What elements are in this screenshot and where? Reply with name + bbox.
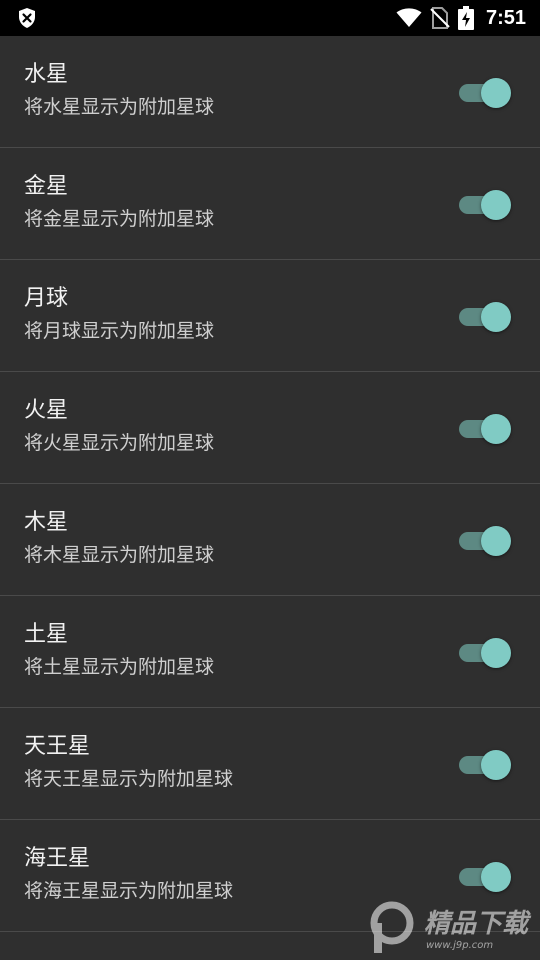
switch-thumb (481, 190, 511, 220)
switch-thumb (481, 638, 511, 668)
watermark-url: www.j9p.com (426, 940, 493, 951)
item-subtitle: 将火星显示为附加星球 (24, 432, 215, 454)
switch-thumb (481, 414, 511, 444)
item-title: 火星 (24, 398, 69, 423)
planet-settings-list: 水星 将水星显示为附加星球 金星 将金星显示为附加星球 月球 将月球显示为附加星… (0, 36, 540, 932)
battery-charging-icon (457, 6, 474, 30)
item-title: 木星 (24, 510, 69, 535)
no-sim-icon (430, 7, 450, 29)
list-item[interactable]: 金星 将金星显示为附加星球 (0, 148, 540, 260)
toggle-switch[interactable] (459, 862, 511, 892)
switch-thumb (481, 302, 511, 332)
toggle-switch[interactable] (459, 526, 511, 556)
item-subtitle: 将土星显示为附加星球 (24, 656, 215, 678)
toggle-switch[interactable] (459, 414, 511, 444)
list-item[interactable]: 月球 将月球显示为附加星球 (0, 260, 540, 372)
list-item[interactable]: 木星 将木星显示为附加星球 (0, 484, 540, 596)
switch-thumb (481, 78, 511, 108)
toggle-switch[interactable] (459, 302, 511, 332)
status-icons: 7:51 (388, 0, 526, 36)
status-bar: 7:51 (0, 0, 540, 36)
item-title: 金星 (24, 174, 69, 199)
toggle-switch[interactable] (459, 638, 511, 668)
item-subtitle: 将水星显示为附加星球 (24, 96, 215, 118)
list-item[interactable]: 火星 将火星显示为附加星球 (0, 372, 540, 484)
item-title: 天王星 (24, 734, 91, 759)
watermark-logo: 精品下载 www.j9p.com (370, 901, 532, 953)
switch-thumb (481, 526, 511, 556)
list-item[interactable]: 水星 将水星显示为附加星球 (0, 36, 540, 148)
list-item[interactable]: 天王星 将天王星显示为附加星球 (0, 708, 540, 820)
toggle-switch[interactable] (459, 190, 511, 220)
switch-thumb (481, 750, 511, 780)
shield-x-icon (19, 8, 35, 28)
item-subtitle: 将月球显示为附加星球 (24, 320, 215, 342)
clock: 7:51 (485, 6, 526, 29)
item-subtitle: 将金星显示为附加星球 (24, 208, 215, 230)
item-title: 月球 (24, 286, 69, 311)
item-subtitle: 将木星显示为附加星球 (24, 544, 215, 566)
watermark-text: 精品下载 (424, 909, 532, 939)
item-title: 水星 (24, 62, 69, 87)
toggle-switch[interactable] (459, 750, 511, 780)
switch-thumb (481, 862, 511, 892)
item-title: 海王星 (24, 846, 91, 871)
toggle-switch[interactable] (459, 78, 511, 108)
item-subtitle: 将天王星显示为附加星球 (24, 768, 234, 790)
item-title: 土星 (24, 622, 69, 647)
list-item[interactable]: 土星 将土星显示为附加星球 (0, 596, 540, 708)
wifi-icon (396, 8, 422, 27)
item-subtitle: 将海王星显示为附加星球 (24, 880, 234, 902)
